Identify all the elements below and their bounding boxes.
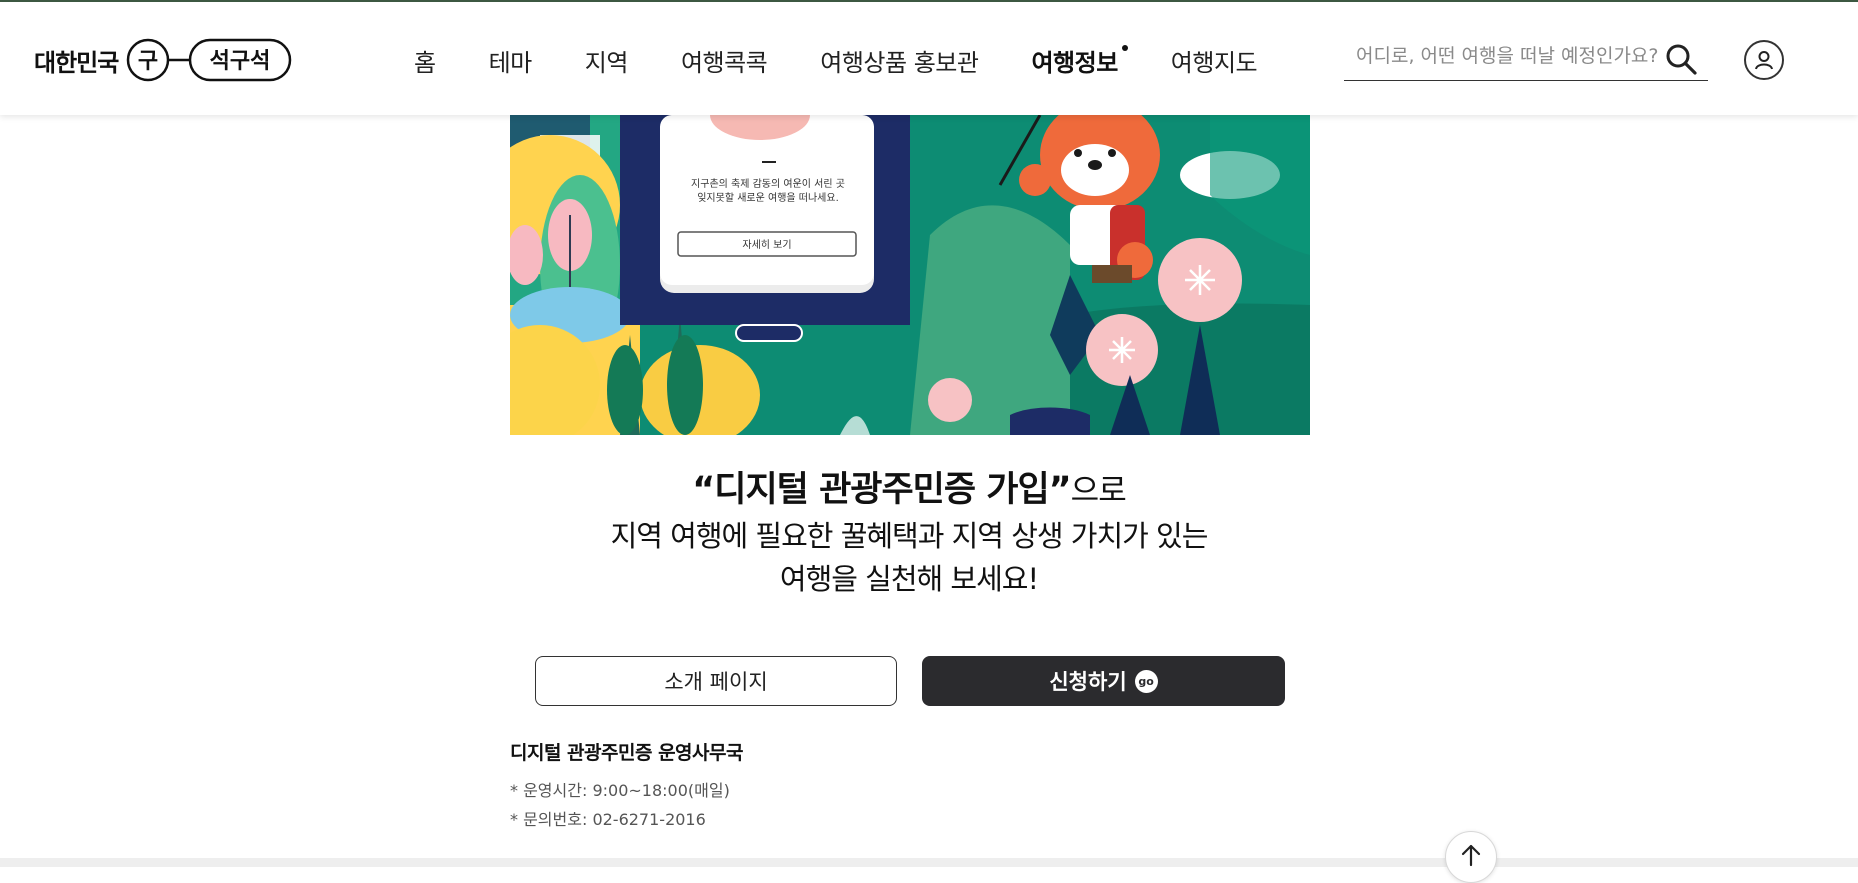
site-header: 대한민국 구 석구석 홈 테마 지역 여행콕콕 여행상품 홍보관 여행정보 여행… xyxy=(0,2,1858,115)
search-input[interactable] xyxy=(1344,38,1674,74)
intro-page-label: 소개 페이지 xyxy=(664,670,768,694)
hero-card-line2: 잊지못할 새로운 여행을 떠나세요. xyxy=(697,192,839,204)
user-button[interactable] xyxy=(1744,40,1784,80)
nav-item-home[interactable]: 홈 xyxy=(414,43,436,78)
nav-item-travel-info[interactable]: 여행정보 xyxy=(1031,43,1129,78)
headline-suffix: 으로 xyxy=(1070,473,1127,509)
office-phone: * 문의번호: 02-6271-2016 xyxy=(510,810,706,829)
logo-mark-left: 구 xyxy=(138,49,158,74)
intro-page-button[interactable]: 소개 페이지 xyxy=(535,656,897,706)
office-title: 디지털 관광주민증 운영사무국 xyxy=(510,742,743,764)
apply-button[interactable]: 신청하기 go xyxy=(922,656,1285,706)
footer-band xyxy=(0,858,1858,867)
office-hours: * 운영시간: 9:00~18:00(매일) xyxy=(510,781,730,800)
site-logo[interactable]: 대한민국 구 석구석 xyxy=(34,36,292,84)
headline: “디지털 관광주민증 가입”으로 지역 여행에 필요한 꿀혜택과 지역 상생 가… xyxy=(0,466,1818,601)
hero-image: 지구촌의 축제 감동의 여운이 서린 곳 잊지못할 새로운 여행을 떠나세요. … xyxy=(510,115,1310,435)
scroll-top-button[interactable] xyxy=(1445,831,1497,883)
search-icon[interactable] xyxy=(1664,42,1698,76)
search-bar xyxy=(1344,38,1708,81)
nav-item-product-promo[interactable]: 여행상품 홍보관 xyxy=(820,43,979,78)
hero-card-button: 자세히 보기 xyxy=(742,239,791,251)
logo-text: 대한민국 xyxy=(34,48,119,77)
apply-label: 신청하기 xyxy=(1049,670,1127,694)
main-nav: 홈 테마 지역 여행콕콕 여행상품 홍보관 여행정보 여행지도 xyxy=(414,42,1310,78)
headline-line3: 여행을 실천해 보세요! xyxy=(779,562,1039,596)
go-badge-icon: go xyxy=(1134,669,1158,693)
logo-mark-right: 석구석 xyxy=(210,49,271,74)
headline-line2: 지역 여행에 필요한 꿀혜택과 지역 상생 가치가 있는 xyxy=(610,519,1209,553)
headline-line1: “디지털 관광주민증 가입”으로 xyxy=(0,466,1818,515)
arrow-up-icon xyxy=(1461,844,1481,867)
hero-card-line1: 지구촌의 축제 감동의 여운이 서린 곳 xyxy=(691,178,845,190)
nav-item-travel-pick[interactable]: 여행콕콕 xyxy=(681,43,768,78)
nav-item-travel-map[interactable]: 여행지도 xyxy=(1171,43,1258,78)
hero-illustration: 지구촌의 축제 감동의 여운이 서린 곳 잊지못할 새로운 여행을 떠나세요. … xyxy=(510,115,1310,435)
nav-item-theme[interactable]: 테마 xyxy=(489,43,533,78)
logo-mark: 구 석구석 xyxy=(127,38,292,82)
user-icon xyxy=(1755,51,1773,70)
headline-strong: “디지털 관광주민증 가입” xyxy=(692,470,1071,510)
nav-item-region[interactable]: 지역 xyxy=(585,43,629,78)
